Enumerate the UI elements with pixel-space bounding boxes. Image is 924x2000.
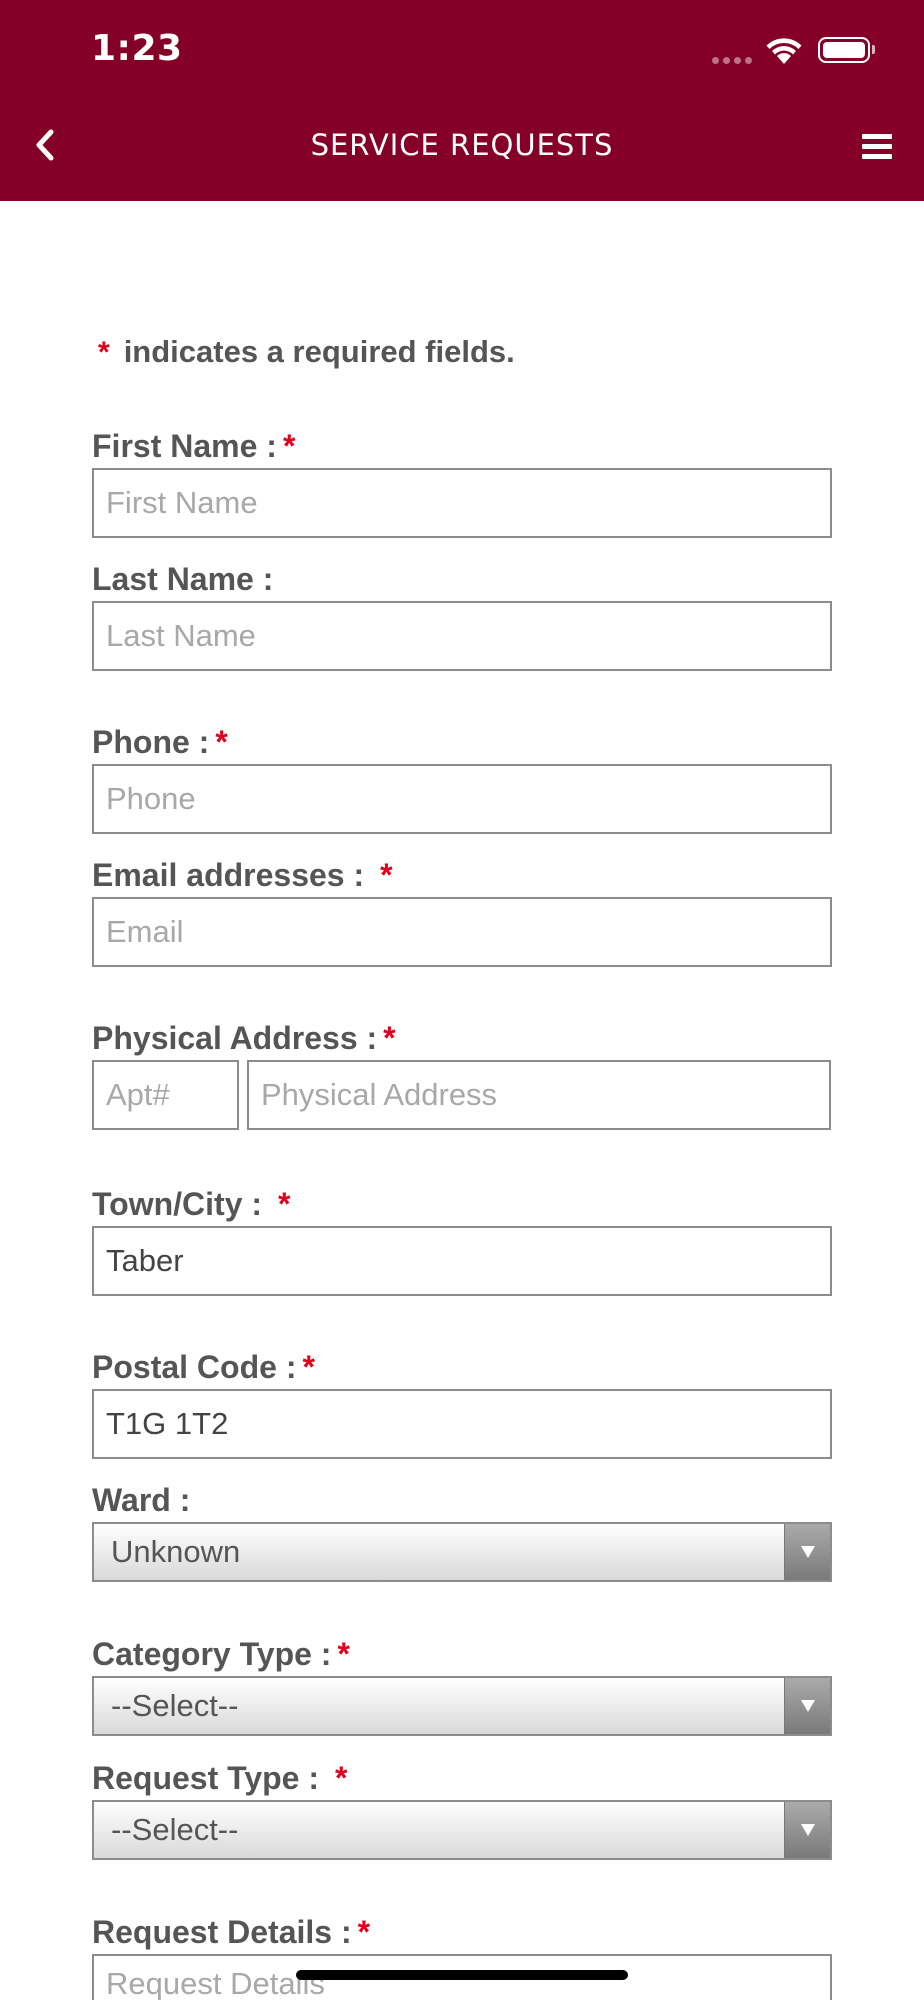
email-label: Email addresses : * xyxy=(92,857,393,894)
last-name-label: Last Name : xyxy=(92,561,274,597)
category-type-label-text: Category Type : xyxy=(92,1636,332,1672)
postal-code-input[interactable] xyxy=(92,1389,832,1459)
menu-button[interactable] xyxy=(862,134,892,162)
apt-number-input[interactable] xyxy=(92,1060,239,1130)
physical-address-input[interactable] xyxy=(247,1060,831,1130)
ward-selected-value: Unknown xyxy=(111,1534,241,1569)
required-marker: * xyxy=(278,1186,291,1222)
first-name-label-text: First Name : xyxy=(92,428,277,464)
required-marker: * xyxy=(282,428,296,464)
cellular-signal-icon xyxy=(712,55,754,65)
status-time: 1:23 xyxy=(91,28,183,69)
required-marker: * xyxy=(337,1636,350,1672)
request-type-label: Request Type : * xyxy=(92,1760,347,1797)
request-type-select[interactable]: --Select-- xyxy=(92,1800,832,1860)
required-marker: * xyxy=(302,1349,315,1385)
required-marker: * xyxy=(357,1914,371,1950)
email-input[interactable] xyxy=(92,897,832,967)
last-name-input[interactable] xyxy=(92,601,832,671)
battery-icon xyxy=(818,37,875,63)
category-type-selected-value: --Select-- xyxy=(111,1688,239,1723)
required-marker: * xyxy=(383,1020,396,1056)
ward-label: Ward : xyxy=(92,1482,191,1518)
dropdown-arrow-icon xyxy=(784,1524,830,1580)
required-legend: * indicates a required fields. xyxy=(98,334,515,370)
town-city-label: Town/City : * xyxy=(92,1186,291,1223)
town-city-label-text: Town/City : xyxy=(92,1186,263,1222)
hamburger-line xyxy=(862,144,892,149)
hamburger-menu-icon xyxy=(862,134,892,139)
town-city-input[interactable] xyxy=(92,1226,832,1296)
home-indicator[interactable] xyxy=(296,1970,628,1980)
phone-input[interactable] xyxy=(92,764,832,834)
hamburger-line xyxy=(862,154,892,159)
required-marker: * xyxy=(98,336,110,369)
phone-label: Phone : * xyxy=(92,724,228,761)
dropdown-arrow-icon xyxy=(784,1678,830,1734)
required-legend-text: indicates a required fields. xyxy=(123,334,515,369)
first-name-label: First Name : * xyxy=(92,428,295,465)
phone-label-text: Phone : xyxy=(92,724,210,760)
physical-address-label: Physical Address : * xyxy=(92,1020,396,1057)
request-type-selected-value: --Select-- xyxy=(111,1812,239,1847)
postal-code-label-text: Postal Code : xyxy=(92,1349,297,1385)
physical-address-label-text: Physical Address : xyxy=(92,1020,378,1056)
email-label-text: Email addresses : xyxy=(92,857,365,893)
first-name-input[interactable] xyxy=(92,468,832,538)
request-details-label: Request Details : * xyxy=(92,1914,370,1951)
category-type-label: Category Type : * xyxy=(92,1636,350,1673)
dropdown-arrow-icon xyxy=(784,1802,830,1858)
postal-code-label: Postal Code : * xyxy=(92,1349,315,1386)
request-details-label-text: Request Details : xyxy=(92,1914,352,1950)
ward-select[interactable]: Unknown xyxy=(92,1522,832,1582)
request-type-label-text: Request Type : xyxy=(92,1760,319,1796)
required-marker: * xyxy=(380,857,393,893)
required-marker: * xyxy=(335,1760,348,1796)
page-title: SERVICE REQUESTS xyxy=(310,128,614,162)
wifi-icon xyxy=(766,38,802,64)
top-bar: 1:23 SERVICE REQUESTS xyxy=(0,0,924,201)
category-type-select[interactable]: --Select-- xyxy=(92,1676,832,1736)
app-screen: 1:23 SERVICE REQUESTS * indicates a requi… xyxy=(0,0,924,2000)
required-marker: * xyxy=(215,724,228,760)
